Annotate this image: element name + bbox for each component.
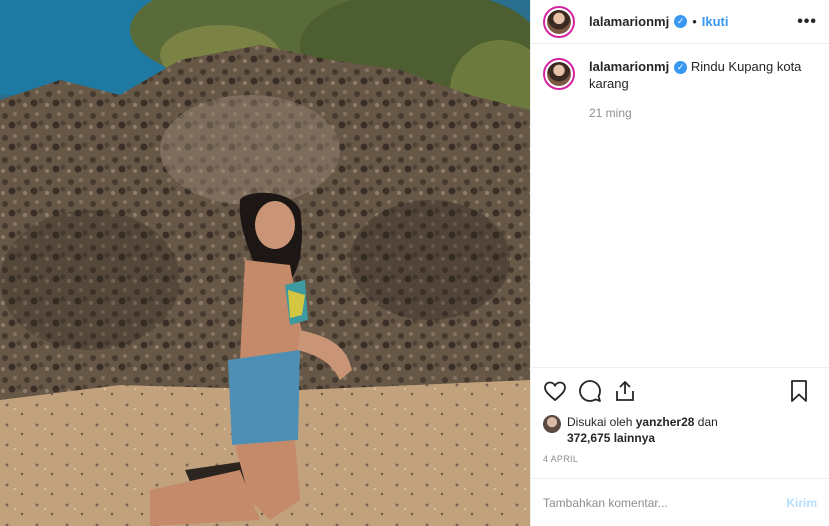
post-date[interactable]: 4 APRIL (543, 454, 817, 464)
caption-verified-icon: ✓ (674, 61, 688, 75)
heart-icon[interactable] (543, 379, 567, 403)
instagram-post: lalamarionmj ✓ • Ikuti ••• lalamarionmj ✓… (0, 0, 829, 526)
comment-icon[interactable] (578, 379, 602, 403)
bookmark-icon[interactable] (787, 379, 811, 403)
post-header: lalamarionmj ✓ • Ikuti ••• (531, 0, 829, 44)
likes-count[interactable]: 372,675 lainnya (567, 431, 655, 445)
verified-badge-icon: ✓ (674, 15, 688, 28)
likes-prefix: Disukai oleh (567, 415, 633, 429)
caption-username[interactable]: lalamarionmj (589, 59, 669, 74)
caption-timestamp[interactable]: 21 ming (589, 106, 817, 120)
more-options-icon[interactable]: ••• (797, 13, 817, 31)
photo-illustration (0, 0, 530, 526)
actions-section: Disukai oleh yanzher28 dan 372,675 lainn… (531, 367, 829, 464)
avatar[interactable] (543, 5, 575, 38)
send-comment-button[interactable]: Kirim (786, 496, 817, 510)
post-side-panel: lalamarionmj ✓ • Ikuti ••• lalamarionmj ✓… (530, 0, 829, 526)
header-username[interactable]: lalamarionmj (589, 14, 669, 29)
caption-row: lalamarionmj ✓ Rindu Kupang kota karang (543, 58, 817, 92)
follow-button[interactable]: Ikuti (702, 14, 729, 29)
likes-text: Disukai oleh yanzher28 dan 372,675 lainn… (567, 414, 718, 446)
caption-avatar[interactable] (543, 58, 575, 90)
likes-conjunction: dan (697, 415, 718, 429)
liker-avatar[interactable] (543, 415, 561, 433)
share-icon[interactable] (613, 379, 637, 403)
header-separator: • (692, 14, 697, 29)
add-comment-bar: Kirim (531, 478, 829, 526)
likes-summary: Disukai oleh yanzher28 dan 372,675 lainn… (543, 414, 817, 446)
comments-area: lalamarionmj ✓ Rindu Kupang kota karang 2… (531, 44, 829, 367)
action-icons (543, 376, 817, 406)
comment-input[interactable] (543, 495, 787, 510)
caption: lalamarionmj ✓ Rindu Kupang kota karang (589, 58, 817, 92)
liker-username[interactable]: yanzher28 (636, 415, 695, 429)
post-photo[interactable] (0, 0, 530, 526)
